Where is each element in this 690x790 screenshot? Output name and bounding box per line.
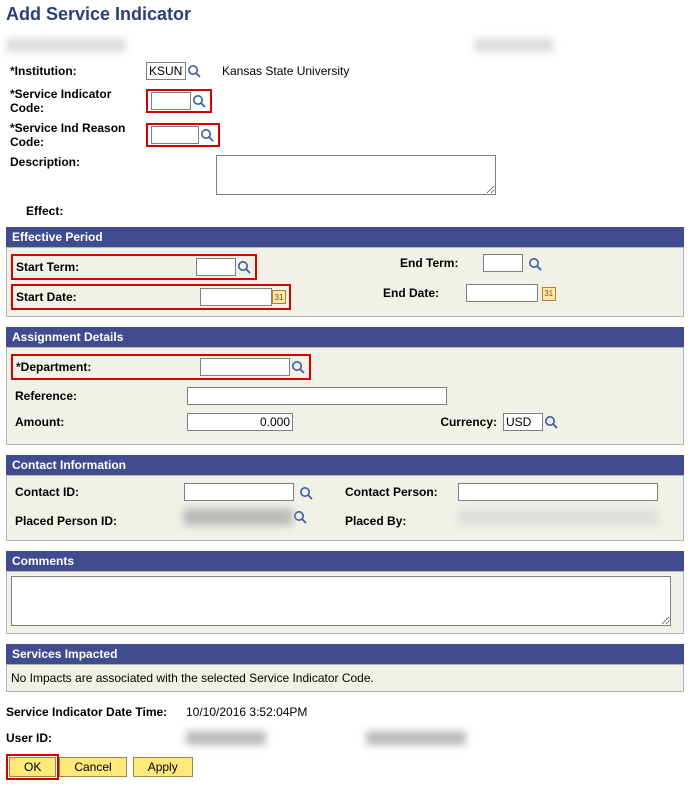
cancel-button[interactable]: Cancel <box>59 757 126 777</box>
datetime-label: Service Indicator Date Time: <box>6 705 186 719</box>
ok-button[interactable]: OK <box>9 757 56 777</box>
start-term-input[interactable] <box>196 258 236 276</box>
end-date-input[interactable] <box>466 284 538 302</box>
start-term-label: Start Term: <box>16 260 96 274</box>
effective-period-title: Effective Period <box>6 227 684 247</box>
assignment-title: Assignment Details <box>6 327 684 347</box>
description-textarea[interactable] <box>216 155 496 195</box>
placed-by-value-redacted <box>458 509 658 525</box>
person-id-redacted <box>474 38 554 52</box>
placed-id-label: Placed Person ID: <box>11 514 131 528</box>
contact-id-label: Contact ID: <box>11 485 131 499</box>
start-date-calendar-icon[interactable]: 31 <box>272 290 286 304</box>
userid-value-redacted <box>186 731 266 745</box>
start-date-label: Start Date: <box>16 290 96 304</box>
userid-label: User ID: <box>6 731 186 745</box>
services-impacted-msg: No Impacts are associated with the selec… <box>11 671 374 685</box>
institution-lookup-icon[interactable] <box>186 63 202 79</box>
currency-label: Currency: <box>440 415 497 429</box>
department-label: *Department: <box>16 360 116 374</box>
description-label: Description: <box>6 155 146 169</box>
svc-code-label: *Service Indicator Code: <box>6 87 146 115</box>
contact-id-lookup-icon[interactable] <box>298 485 314 501</box>
contact-title: Contact Information <box>6 455 684 475</box>
end-term-input[interactable] <box>483 254 523 272</box>
ok-highlight: OK <box>6 754 59 780</box>
institution-input[interactable] <box>146 62 186 80</box>
reference-input[interactable] <box>187 387 447 405</box>
currency-input[interactable] <box>503 413 543 431</box>
reference-label: Reference: <box>11 389 117 403</box>
start-term-lookup-icon[interactable] <box>236 259 252 275</box>
svc-reason-input[interactable] <box>151 126 199 144</box>
currency-lookup-icon[interactable] <box>543 414 559 430</box>
comments-title: Comments <box>6 551 684 571</box>
services-impacted-title: Services Impacted <box>6 644 684 664</box>
end-term-label: End Term: <box>400 256 480 270</box>
contact-person-label: Contact Person: <box>345 485 455 499</box>
svc-code-input[interactable] <box>151 92 191 110</box>
end-date-label: End Date: <box>383 286 463 300</box>
contact-person-input[interactable] <box>458 483 658 501</box>
page-title: Add Service Indicator <box>6 4 684 25</box>
amount-input[interactable] <box>187 413 293 431</box>
person-name-redacted <box>6 38 126 52</box>
start-date-input[interactable] <box>200 288 272 306</box>
datetime-value: 10/10/2016 3:52:04PM <box>186 705 307 719</box>
end-term-lookup-icon[interactable] <box>527 256 543 272</box>
svc-code-lookup-icon[interactable] <box>191 93 207 109</box>
department-lookup-icon[interactable] <box>290 359 306 375</box>
amount-label: Amount: <box>11 415 117 429</box>
svc-reason-label: *Service Ind Reason Code: <box>6 121 146 149</box>
end-date-calendar-icon[interactable]: 31 <box>542 287 556 301</box>
effect-label: Effect: <box>6 204 146 218</box>
institution-label: *Institution: <box>6 64 146 78</box>
department-input[interactable] <box>200 358 290 376</box>
apply-button[interactable]: Apply <box>133 757 193 777</box>
username-value-redacted <box>366 731 466 745</box>
comments-textarea[interactable] <box>11 576 671 626</box>
contact-id-input[interactable] <box>184 483 294 501</box>
institution-display: Kansas State University <box>222 64 349 78</box>
placed-id-value-redacted <box>184 509 292 525</box>
svc-reason-lookup-icon[interactable] <box>199 127 215 143</box>
placed-id-lookup-icon[interactable] <box>292 509 308 525</box>
placed-by-label: Placed By: <box>345 514 455 528</box>
